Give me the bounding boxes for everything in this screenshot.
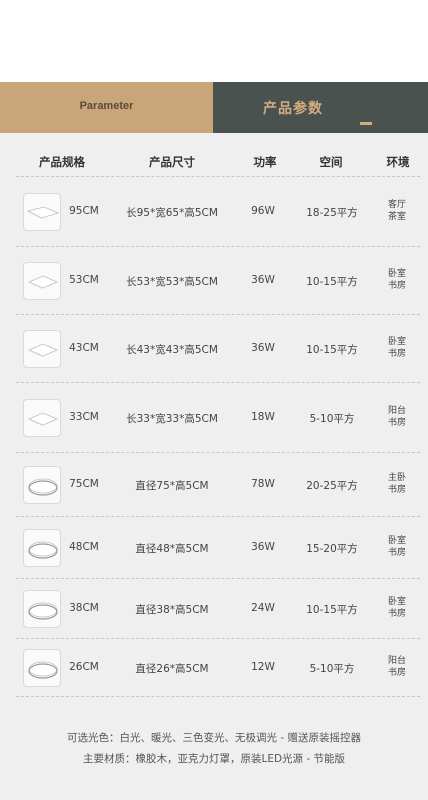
banner-en-title: Parameter: [79, 100, 134, 112]
row-env-line1: 阳台: [387, 406, 406, 416]
row-env-line1: 客厅: [387, 200, 406, 210]
row-env-line1: 卧室: [387, 536, 406, 546]
table-row: 38CM 直径38*高5CM 24W 10-15平方 卧室书房: [16, 578, 420, 639]
row-spec: 33CM: [69, 411, 99, 423]
top-blank-area: [0, 0, 428, 82]
row-spec: 26CM: [69, 661, 99, 673]
row-size: 直径75*高5CM: [135, 480, 209, 492]
product-thumbnail-image: [23, 399, 61, 437]
product-thumbnail-image: [23, 262, 61, 300]
row-size: 长43*宽43*高5CM: [126, 344, 218, 356]
row-size: 长33*宽33*高5CM: [126, 413, 218, 425]
row-power: 36W: [251, 342, 275, 354]
row-power: 18W: [251, 411, 275, 423]
footer-light-colors: 可选光色：白光、暖光、三色变光、无极调光 - 赠送原装摇控器: [67, 732, 361, 744]
table-row: 53CM 长53*宽53*高5CM 36W 10-15平方 卧室书房: [16, 246, 420, 315]
row-space: 5-10平方: [309, 413, 355, 425]
row-space: 10-15平方: [306, 604, 358, 616]
row-space: 5-10平方: [309, 663, 355, 675]
row-spec: 43CM: [69, 342, 99, 354]
row-env-line2: 书房: [387, 548, 406, 558]
product-thumbnail-image: [23, 466, 61, 504]
row-env-line1: 卧室: [387, 597, 406, 607]
row-env-line2: 茶室: [387, 212, 406, 222]
header-power: 功率: [253, 155, 277, 169]
row-spec: 95CM: [69, 205, 99, 217]
row-size: 长95*宽65*高5CM: [126, 207, 218, 219]
row-spec: 48CM: [69, 541, 99, 553]
banner-parameter: Parameter: [0, 82, 213, 133]
row-env-line2: 书房: [387, 485, 406, 495]
row-env-line2: 书房: [387, 281, 406, 291]
row-power: 12W: [251, 661, 275, 673]
row-env-line1: 阳台: [387, 656, 406, 666]
header-env: 环境: [386, 155, 410, 169]
header-size: 产品尺寸: [149, 155, 195, 169]
table-row: 48CM 直径48*高5CM 36W 15-20平方 卧室书房: [16, 516, 420, 579]
header-space: 空间: [319, 155, 343, 169]
table-row: 95CM 长95*宽65*高5CM 96W 18-25平方 客厅茶室: [16, 176, 420, 247]
row-env-line2: 书房: [387, 349, 406, 359]
row-power: 96W: [251, 205, 275, 217]
row-power: 36W: [251, 541, 275, 553]
table-row: 33CM 长33*宽33*高5CM 18W 5-10平方 阳台书房: [16, 382, 420, 453]
row-spec: 38CM: [69, 602, 99, 614]
row-env-line2: 书房: [387, 609, 406, 619]
row-env-line1: 主卧: [387, 473, 406, 483]
product-thumbnail-image: [23, 193, 61, 231]
row-spec: 75CM: [69, 478, 99, 490]
row-power: 24W: [251, 602, 275, 614]
row-space: 15-20平方: [306, 543, 358, 555]
row-size: 直径48*高5CM: [135, 543, 209, 555]
product-thumbnail-image: [23, 590, 61, 628]
row-spec: 53CM: [69, 274, 99, 286]
row-size: 长53*宽53*高5CM: [126, 276, 218, 288]
banner-underline: [360, 122, 372, 125]
row-space: 10-15平方: [306, 344, 358, 356]
row-env-line2: 书房: [387, 418, 406, 428]
row-size: 直径26*高5CM: [135, 663, 209, 675]
table-row: 75CM 直径75*高5CM 78W 20-25平方 主卧书房: [16, 452, 420, 517]
row-space: 20-25平方: [306, 480, 358, 492]
product-thumbnail-image: [23, 529, 61, 567]
row-env-line1: 卧室: [387, 337, 406, 347]
row-power: 36W: [251, 274, 275, 286]
banner-product-params: 产品参数: [213, 82, 428, 133]
table-row: 43CM 长43*宽43*高5CM 36W 10-15平方 卧室书房: [16, 314, 420, 383]
banner-cn-title: 产品参数: [263, 101, 323, 117]
product-thumbnail-image: [23, 330, 61, 368]
row-size: 直径38*高5CM: [135, 604, 209, 616]
table-row: 26CM 直径26*高5CM 12W 5-10平方 阳台书房: [16, 638, 420, 697]
row-env-line2: 书房: [387, 668, 406, 678]
row-power: 78W: [251, 478, 275, 490]
row-env-line1: 卧室: [387, 269, 406, 279]
header-spec: 产品规格: [39, 155, 85, 169]
table-bottom-divider: [16, 696, 420, 697]
footer-materials: 主要材质：橡胶木，亚克力灯罩，原装LED光源 - 节能版: [82, 753, 346, 765]
table-header: 产品规格 产品尺寸 功率 空间 环境: [0, 154, 428, 172]
product-thumbnail-image: [23, 649, 61, 687]
row-space: 10-15平方: [306, 276, 358, 288]
row-space: 18-25平方: [306, 207, 358, 219]
